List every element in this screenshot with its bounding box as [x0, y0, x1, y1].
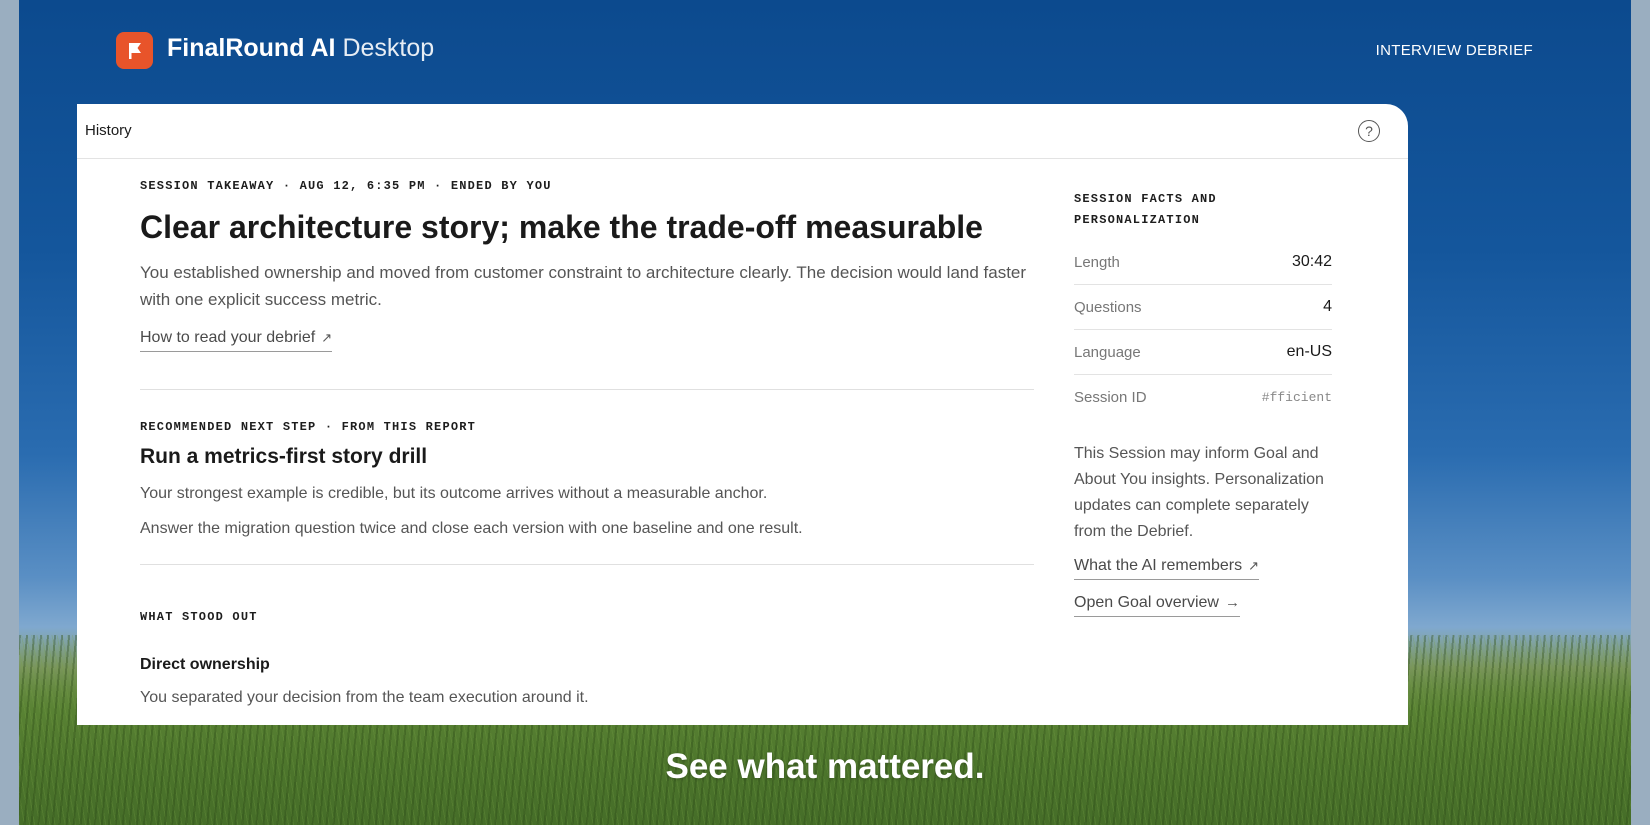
brand-light: Desktop: [342, 34, 435, 62]
read-debrief-link-label: How to read your debrief: [140, 329, 316, 346]
personalization-note: This Session may inform Goal and About Y…: [1074, 445, 1324, 540]
fact-questions: Questions 4: [1074, 285, 1332, 330]
fact-length: Length 30:42: [1074, 240, 1332, 285]
window-titlebar: History ?: [77, 104, 1408, 159]
brand-name: FinalRound AI Desktop: [167, 34, 434, 63]
section-divider: [140, 389, 1034, 390]
finalround-logo-icon: [116, 32, 153, 69]
takeaway-summary: You established ownership and moved from…: [140, 263, 1027, 309]
arrow-right-icon: →: [1224, 594, 1240, 611]
goal-overview-link[interactable]: Open Goal overview →: [1074, 594, 1240, 617]
fact-length-value: 30:42: [1291, 253, 1332, 270]
next-step-meta: RECOMMENDED NEXT STEP · FROM THIS REPORT: [140, 420, 477, 434]
external-arrow-icon: ↗: [1248, 558, 1259, 573]
facts-list: Length 30:42 Questions 4 Language en-US …: [1074, 240, 1332, 419]
fact-length-label: Length: [1074, 253, 1120, 271]
marketing-caption: See what mattered.: [665, 747, 985, 786]
section-divider: [140, 564, 1034, 565]
stood-out-title: Direct ownership: [140, 656, 270, 673]
read-debrief-link[interactable]: How to read your debrief ↗: [140, 329, 333, 352]
next-step-line-1: Your strongest example is credible, but …: [140, 485, 768, 502]
external-arrow-icon: ↗: [321, 330, 333, 345]
debrief-window: History ? SESSION TAKEAWAY · AUG 12, 6:3…: [77, 104, 1408, 725]
help-icon[interactable]: ?: [1358, 120, 1380, 142]
fact-session-label: Session ID: [1074, 388, 1147, 406]
nav-interview-debrief[interactable]: INTERVIEW DEBRIEF: [1376, 42, 1533, 59]
fact-session-id: Session ID #fficient: [1074, 375, 1332, 419]
fact-language-value: en-US: [1286, 343, 1332, 360]
takeaway-meta: SESSION TAKEAWAY · AUG 12, 6:35 PM · END…: [140, 179, 552, 193]
stood-out-meta: WHAT STOOD OUT: [140, 610, 258, 624]
fact-language-label: Language: [1074, 343, 1141, 361]
fact-language: Language en-US: [1074, 330, 1332, 375]
session-facts-panel: SESSION FACTS AND PERSONALIZATION Length…: [1074, 189, 1332, 617]
facts-heading: SESSION FACTS AND PERSONALIZATION: [1074, 192, 1217, 227]
next-step-title: Run a metrics-first story drill: [140, 445, 428, 468]
brand-bold: FinalRound AI: [167, 34, 336, 62]
history-tab[interactable]: History: [85, 122, 132, 139]
ai-remembers-link-label: What the AI remembers: [1074, 557, 1243, 574]
ai-remembers-link[interactable]: What the AI remembers ↗: [1074, 557, 1259, 580]
goal-overview-link-label: Open Goal overview: [1074, 594, 1219, 611]
stood-out-text: You separated your decision from the tea…: [140, 689, 589, 706]
fact-questions-label: Questions: [1074, 298, 1142, 316]
next-step-line-2: Answer the migration question twice and …: [140, 520, 803, 537]
fact-questions-value: 4: [1323, 298, 1332, 315]
takeaway-headline: Clear architecture story; make the trade…: [140, 209, 983, 245]
debrief-main: SESSION TAKEAWAY · AUG 12, 6:35 PM · END…: [140, 179, 1034, 707]
fact-session-value: #fficient: [1261, 389, 1332, 405]
